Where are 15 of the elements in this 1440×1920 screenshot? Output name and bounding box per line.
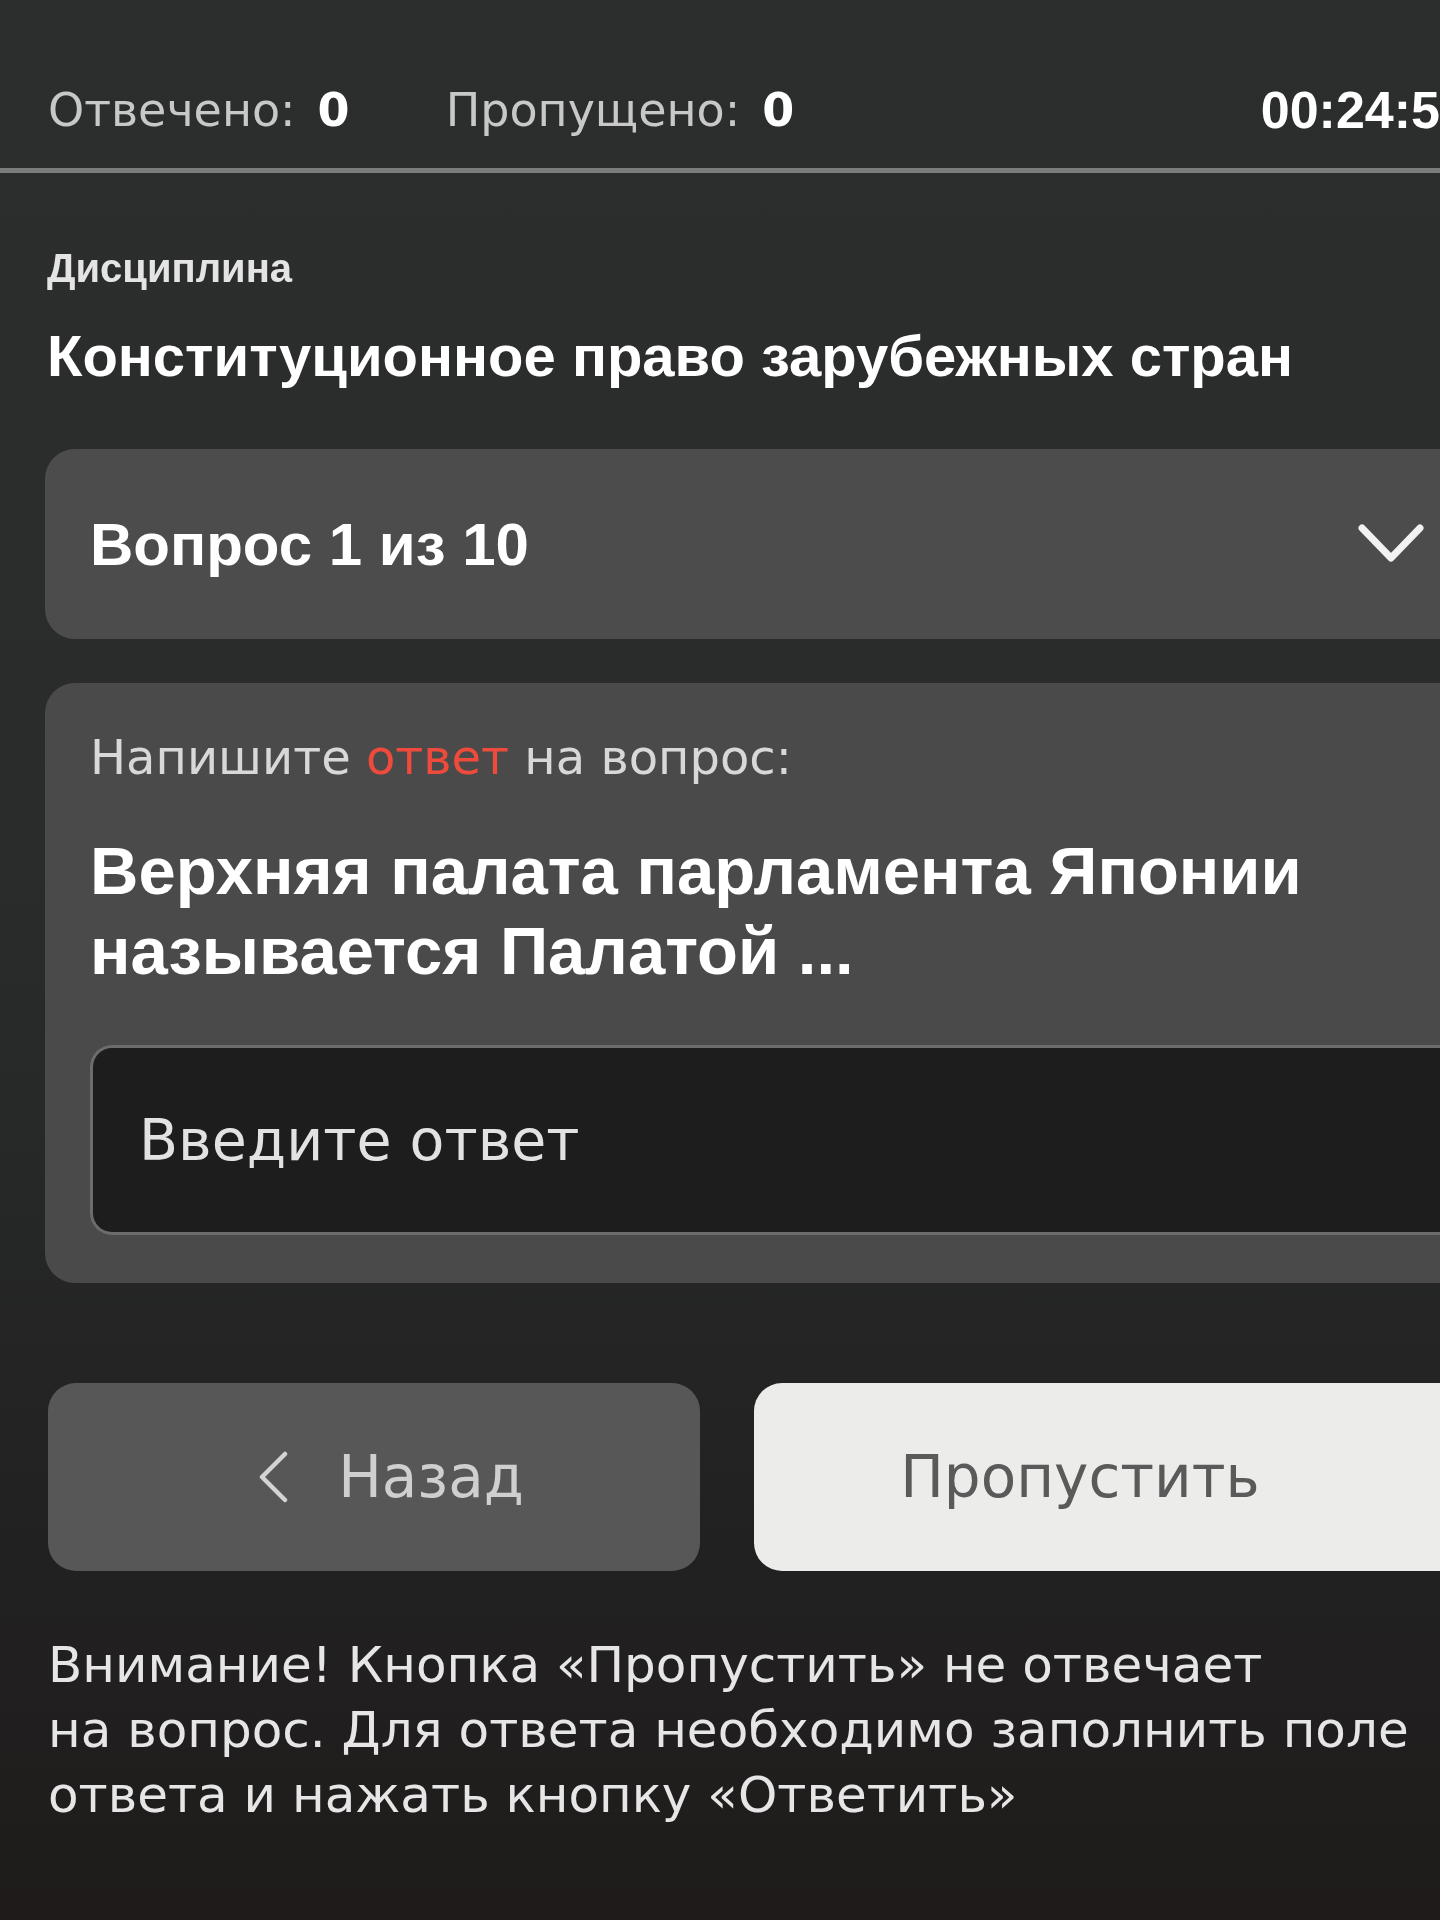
question-text: Верхняя палата парламента Японии называется Палатой ... — [90, 832, 1303, 990]
timer: 00:24:5 — [1260, 82, 1440, 138]
back-button[interactable]: Назад — [48, 1383, 700, 1571]
discipline-title: Конституционное право зарубежных стран — [47, 323, 1294, 389]
stat-value: 0 — [317, 82, 350, 138]
stat-label: Пропущено: — [445, 82, 741, 138]
stat-label: Отвечено: — [48, 82, 296, 138]
skip-button[interactable]: Пропустить — [754, 1383, 1440, 1571]
question-selector[interactable]: Вопрос 1 из 10 — [45, 449, 1440, 639]
notice-text: Внимание! Кнопка «Пропустить» не отвечает на вопрос. Для ответа необходимо заполнить поле ответа и нажать кнопку «Ответить» — [48, 1635, 1410, 1826]
chevron-left-icon — [258, 1451, 289, 1503]
answer-field[interactable]: Введите ответ — [90, 1045, 1440, 1235]
instruction-text: Напишите ответ на вопрос: — [90, 728, 792, 787]
discipline-label: Дисциплина — [47, 245, 293, 291]
stat-value: 0 — [762, 82, 795, 138]
